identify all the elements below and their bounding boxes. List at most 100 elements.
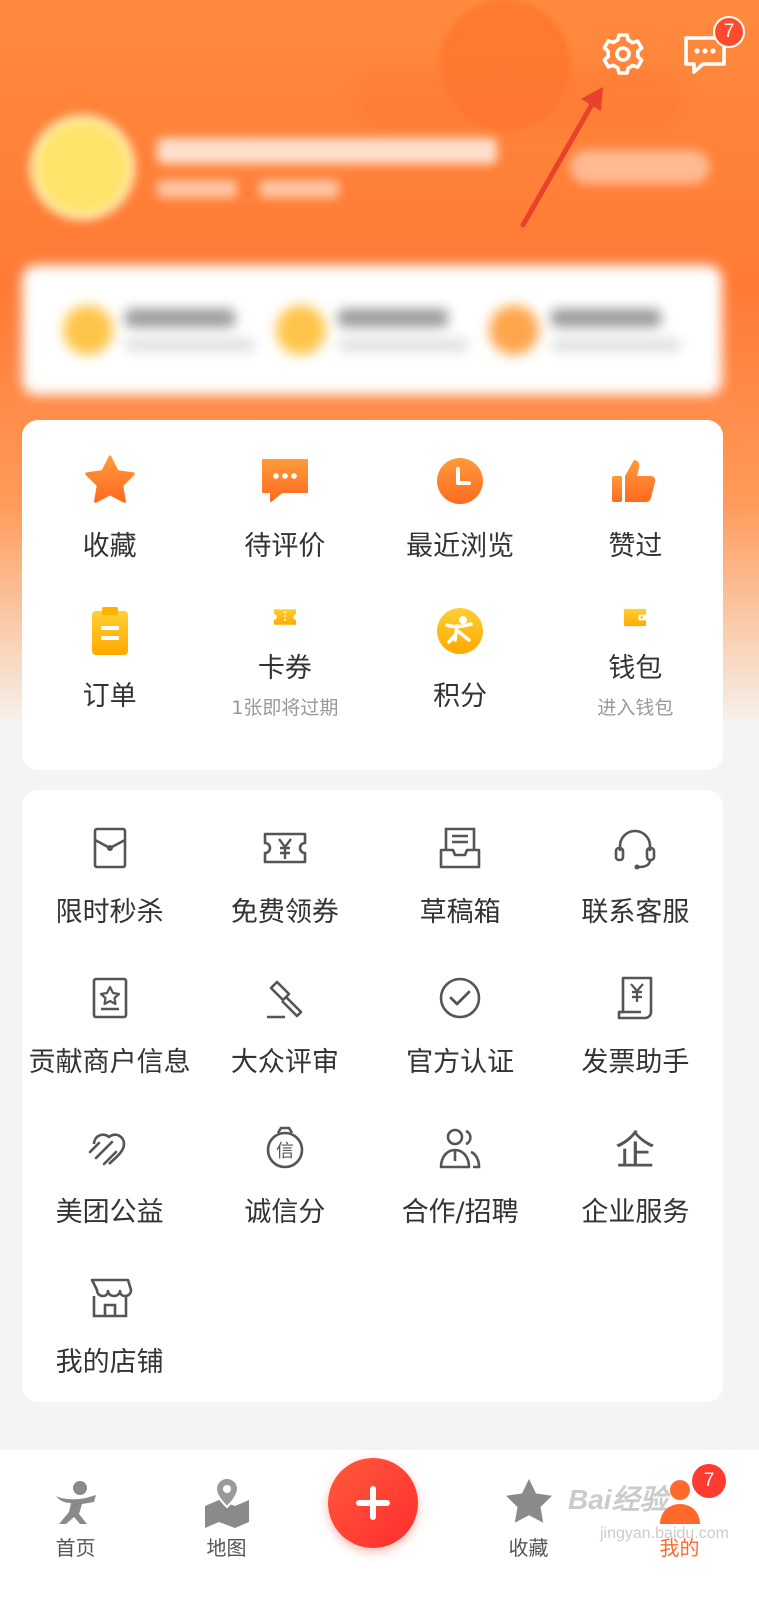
red-packet-icon bbox=[93, 827, 126, 869]
profile-meta-redacted bbox=[157, 179, 497, 198]
comment-icon bbox=[261, 459, 308, 502]
star-icon bbox=[505, 1479, 552, 1523]
wallet-enter-note: 进入钱包 bbox=[597, 697, 674, 719]
stat-icon bbox=[489, 305, 540, 355]
headset-icon bbox=[615, 829, 656, 870]
thumbs-up-icon bbox=[612, 460, 656, 502]
service-cooperation-recruit[interactable]: 合作/招聘 bbox=[373, 1090, 548, 1240]
shortcut-label: 收藏 bbox=[82, 531, 137, 562]
settings-button[interactable] bbox=[597, 28, 649, 80]
service-customer-support[interactable]: 联系客服 bbox=[548, 790, 723, 940]
tab-favorites[interactable]: 收藏 bbox=[453, 1450, 604, 1561]
service-label: 贡献商户信息 bbox=[28, 1047, 191, 1078]
stats-bar-blurred bbox=[22, 265, 722, 395]
service-label: 美团公益 bbox=[55, 1197, 164, 1228]
shortcut-label: 赞过 bbox=[608, 531, 663, 562]
stat-item[interactable] bbox=[489, 305, 682, 355]
shortcut-favorites[interactable]: 收藏 bbox=[22, 420, 197, 570]
gear-icon bbox=[602, 33, 644, 75]
service-contribute-merchant[interactable]: 贡献商户信息 bbox=[22, 940, 197, 1090]
shortcut-wallet[interactable]: 钱包 进入钱包 bbox=[548, 570, 723, 720]
tab-home[interactable]: 首页 bbox=[0, 1450, 151, 1561]
shortcut-liked[interactable]: 赞过 bbox=[548, 420, 723, 570]
annotation-arrow-icon bbox=[520, 87, 603, 228]
tab-label: 首页 bbox=[55, 1536, 96, 1560]
service-official-verification[interactable]: 官方认证 bbox=[373, 940, 548, 1090]
shortcut-points[interactable]: 积分 bbox=[373, 570, 548, 720]
stat-icon bbox=[62, 305, 113, 355]
shortcut-coupons[interactable]: 卡券 1张即将过期 bbox=[197, 570, 372, 720]
map-icon bbox=[204, 1476, 249, 1528]
shortcut-label: 积分 bbox=[433, 681, 488, 712]
points-icon bbox=[437, 608, 484, 654]
service-label: 限时秒杀 bbox=[55, 897, 164, 928]
service-label: 合作/招聘 bbox=[401, 1197, 519, 1228]
check-circle-icon bbox=[439, 977, 481, 1019]
gavel-icon bbox=[266, 980, 303, 1019]
service-label: 联系客服 bbox=[581, 897, 690, 928]
profile-info bbox=[157, 137, 497, 198]
star-icon bbox=[84, 455, 135, 503]
service-label: 草稿箱 bbox=[419, 897, 501, 928]
people-icon bbox=[439, 1128, 481, 1169]
home-mascot-icon bbox=[55, 1481, 96, 1524]
coupon-expiry-note: 1张即将过期 bbox=[231, 697, 339, 719]
tab-label: 收藏 bbox=[508, 1536, 549, 1560]
service-flash-sale[interactable]: 限时秒杀 bbox=[22, 790, 197, 940]
service-label: 官方认证 bbox=[406, 1047, 515, 1078]
avatar[interactable] bbox=[30, 115, 135, 220]
shortcut-pending-review[interactable]: 待评价 bbox=[197, 420, 372, 570]
service-enterprise[interactable]: 企 企业服务 bbox=[548, 1090, 723, 1240]
shortcut-label: 卡券 bbox=[257, 653, 312, 684]
charity-heart-icon bbox=[88, 1133, 125, 1166]
shortcut-label: 钱包 bbox=[608, 653, 663, 684]
header-actions: 7 bbox=[597, 16, 745, 80]
messages-button[interactable]: 7 bbox=[679, 16, 745, 80]
shortcut-label: 最近浏览 bbox=[406, 531, 515, 562]
add-button[interactable] bbox=[328, 1458, 418, 1548]
service-credit-score[interactable]: 信 诚信分 bbox=[197, 1090, 372, 1240]
profile-meta-item bbox=[259, 179, 339, 198]
coupon-yen-icon bbox=[263, 832, 307, 864]
merchant-star-icon bbox=[92, 977, 127, 1019]
message-badge: 7 bbox=[713, 16, 745, 48]
add-icon bbox=[356, 1486, 390, 1520]
service-label: 我的店铺 bbox=[55, 1347, 164, 1378]
mine-badge: 7 bbox=[692, 1464, 726, 1498]
wallet-icon bbox=[624, 608, 647, 627]
service-my-store[interactable]: 我的店铺 bbox=[22, 1240, 197, 1390]
shortcut-label: 待评价 bbox=[244, 531, 326, 562]
shortcut-label: 订单 bbox=[82, 681, 137, 712]
service-free-coupons[interactable]: 免费领券 bbox=[197, 790, 372, 940]
stat-icon bbox=[275, 305, 326, 355]
shortcut-orders[interactable]: 订单 bbox=[22, 570, 197, 720]
service-label: 免费领券 bbox=[230, 897, 339, 928]
clock-icon bbox=[437, 458, 484, 504]
tab-label: 地图 bbox=[206, 1536, 247, 1560]
services-grid: 限时秒杀 免费领券 草稿箱 联系客服 贡献商户信息 大众评审 官方认证 发票助手… bbox=[22, 790, 723, 1390]
stat-item[interactable] bbox=[275, 305, 468, 355]
storefront-icon bbox=[90, 1278, 132, 1318]
profile-meta-item bbox=[157, 179, 237, 198]
services-card: 限时秒杀 免费领券 草稿箱 联系客服 贡献商户信息 大众评审 官方认证 发票助手… bbox=[22, 790, 723, 1402]
service-public-review[interactable]: 大众评审 bbox=[197, 940, 372, 1090]
enterprise-glyph: 企 bbox=[615, 1128, 655, 1172]
credit-badge-icon: 信 bbox=[266, 1126, 304, 1169]
service-drafts[interactable]: 草稿箱 bbox=[373, 790, 548, 940]
watermark-url: jingyan.baidu.com bbox=[600, 1525, 729, 1542]
invoice-icon bbox=[618, 976, 653, 1020]
enterprise-icon: 企 bbox=[615, 1128, 655, 1172]
service-label: 大众评审 bbox=[230, 1047, 339, 1078]
stat-item[interactable] bbox=[62, 305, 255, 355]
service-charity[interactable]: 美团公益 bbox=[22, 1090, 197, 1240]
service-label: 发票助手 bbox=[581, 1047, 690, 1078]
tab-mine[interactable]: 我的 7 bbox=[604, 1450, 755, 1561]
credit-glyph: 信 bbox=[276, 1141, 294, 1162]
primary-grid: 收藏 待评价 最近浏览 赞过 订单 卡券 1张即将过期 积分 钱包 进入钱包 bbox=[22, 420, 723, 720]
tab-map[interactable]: 地图 bbox=[151, 1450, 302, 1561]
drafts-icon bbox=[439, 827, 481, 869]
service-invoice-assistant[interactable]: 发票助手 bbox=[548, 940, 723, 1090]
shortcut-recent[interactable]: 最近浏览 bbox=[373, 420, 548, 570]
service-label: 诚信分 bbox=[244, 1197, 326, 1228]
user-profile-blurred[interactable] bbox=[30, 115, 497, 220]
